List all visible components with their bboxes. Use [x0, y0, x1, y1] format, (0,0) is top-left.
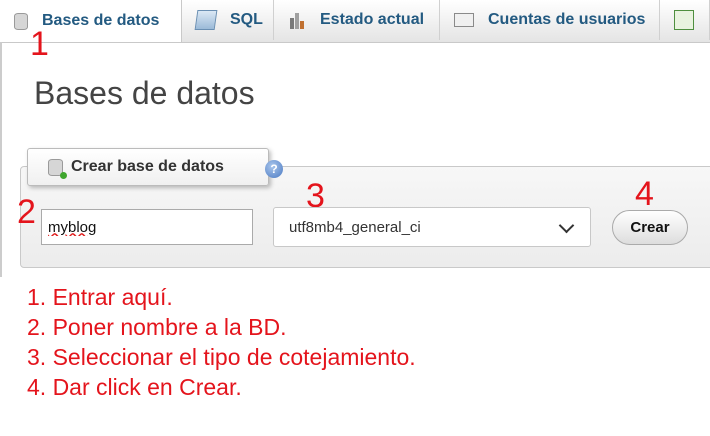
export-icon — [674, 10, 694, 30]
tab-export[interactable] — [660, 0, 710, 40]
tab-status[interactable]: Estado actual — [274, 0, 440, 40]
instruction-item: 4. Dar click en Crear. — [27, 374, 242, 400]
database-name-input[interactable] — [41, 209, 253, 245]
tab-sql[interactable]: SQL — [182, 0, 274, 40]
instruction-item: 3. Seleccionar el tipo de cotejamiento. — [27, 344, 416, 370]
chevron-down-icon — [558, 217, 575, 234]
annotation-step-1: 1 — [30, 25, 49, 63]
tab-sql-label: SQL — [230, 11, 263, 28]
help-icon[interactable]: ? — [265, 160, 283, 178]
tab-databases-label: Bases de datos — [42, 12, 160, 29]
database-add-icon — [48, 158, 67, 179]
collation-selected-value: utf8mb4_general_ci — [289, 218, 421, 236]
tab-user-accounts[interactable]: Cuentas de usuarios — [440, 0, 660, 40]
create-database-legend-label: Crear base de datos — [71, 158, 224, 175]
user-accounts-icon — [454, 13, 474, 27]
sql-icon — [194, 10, 218, 30]
create-button[interactable]: Crear — [612, 210, 688, 245]
collation-select[interactable]: utf8mb4_general_ci — [273, 207, 591, 247]
status-chart-icon — [288, 11, 306, 29]
instruction-item: 1. Entrar aquí. — [27, 284, 173, 310]
tab-user-accounts-label: Cuentas de usuarios — [488, 11, 646, 28]
create-database-legend: Crear base de datos ? — [27, 148, 283, 186]
tab-status-label: Estado actual — [320, 11, 425, 28]
annotation-step-2: 2 — [17, 193, 36, 231]
instruction-item: 2. Poner nombre a la BD. — [27, 314, 287, 340]
top-tab-bar: Bases de datos SQL Estado actual Cuentas… — [0, 0, 710, 43]
instructions-list: 1. Entrar aquí. 2. Poner nombre a la BD.… — [27, 282, 416, 402]
page-title: Bases de datos — [34, 75, 255, 111]
tab-databases[interactable]: Bases de datos — [0, 0, 182, 42]
annotation-step-4: 4 — [635, 175, 654, 213]
database-icon — [14, 12, 28, 30]
left-divider — [0, 42, 2, 277]
